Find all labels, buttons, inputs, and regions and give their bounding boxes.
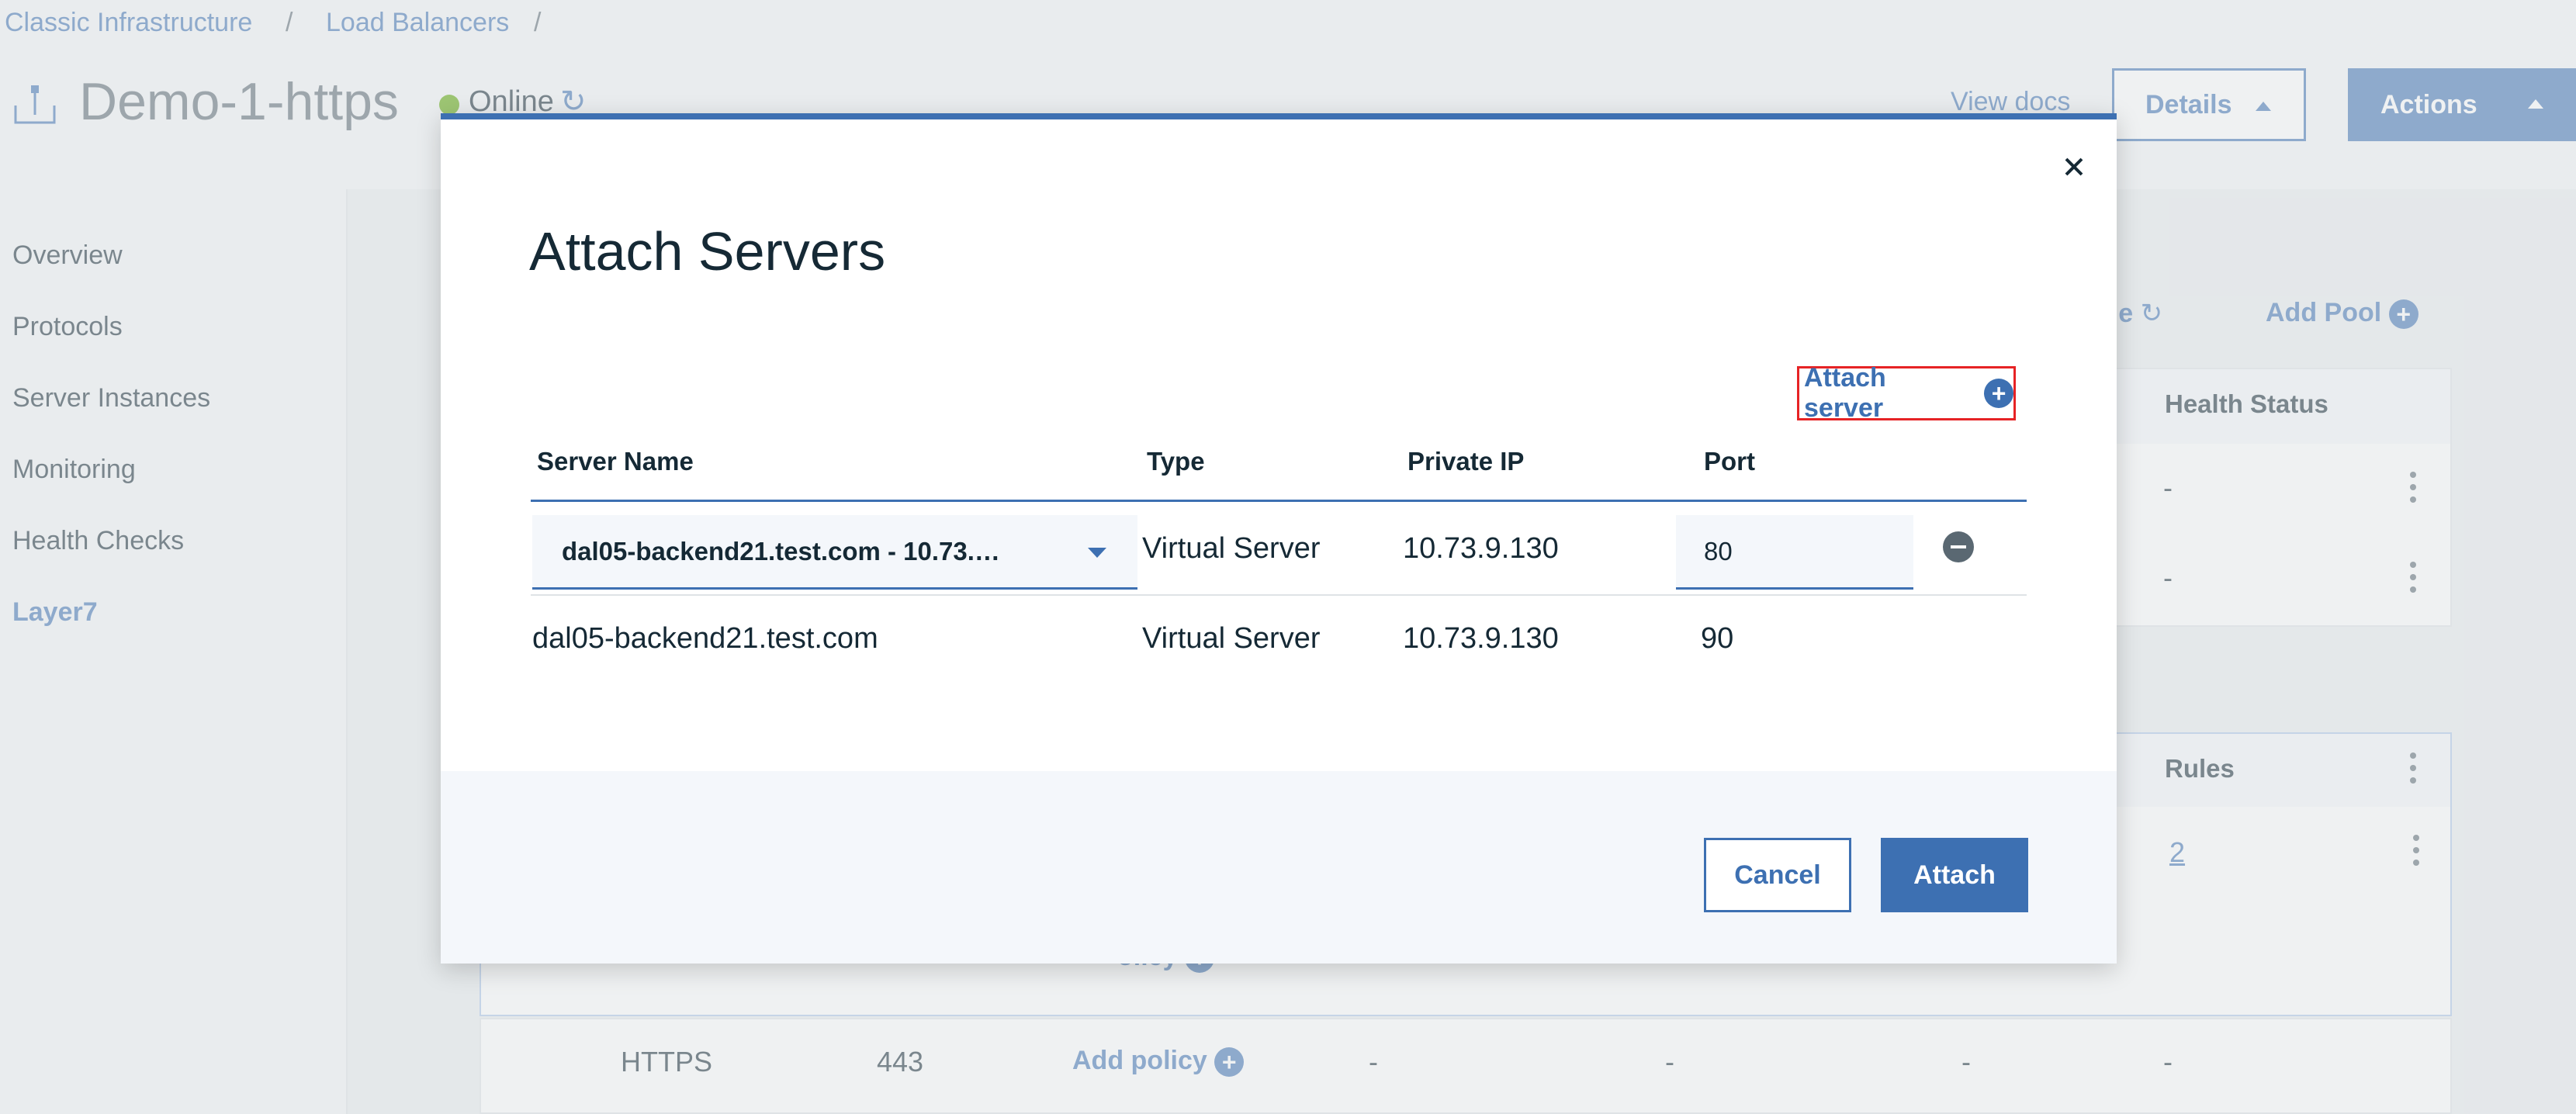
- attach-server-label: Attach server: [1804, 363, 1886, 423]
- remove-row-icon[interactable]: [1943, 531, 1974, 562]
- chevron-down-icon: [1088, 548, 1106, 558]
- row-private-ip: 10.73.9.130: [1403, 532, 1559, 565]
- row-server-name: dal05-backend21.test.com: [532, 622, 878, 655]
- row-private-ip: 10.73.9.130: [1403, 622, 1559, 655]
- modal-footer: [441, 771, 2117, 964]
- column-header-server-name: Server Name: [537, 447, 694, 476]
- server-name-select-value: dal05-backend21.test.com - 10.73.…: [562, 537, 1000, 566]
- attach-servers-modal: Attach Servers Attach server + Server Na…: [441, 113, 2117, 964]
- modal-title: Attach Servers: [529, 221, 886, 282]
- attach-button[interactable]: Attach: [1881, 838, 2028, 912]
- column-header-private-ip: Private IP: [1407, 447, 1525, 476]
- cancel-button[interactable]: Cancel: [1704, 838, 1851, 912]
- server-name-select[interactable]: dal05-backend21.test.com - 10.73.…: [532, 515, 1137, 590]
- column-header-port: Port: [1704, 447, 1755, 476]
- add-circle-icon: +: [1984, 379, 2013, 408]
- row-port: 90: [1701, 622, 1734, 655]
- column-header-type: Type: [1147, 447, 1205, 476]
- row-type: Virtual Server: [1142, 532, 1321, 565]
- attach-server-link[interactable]: Attach server +: [1797, 363, 2016, 423]
- port-input[interactable]: [1676, 515, 1913, 590]
- table-header-divider: [531, 500, 2027, 502]
- row-divider: [531, 594, 2027, 596]
- row-type: Virtual Server: [1142, 622, 1321, 655]
- close-icon[interactable]: [2055, 147, 2093, 186]
